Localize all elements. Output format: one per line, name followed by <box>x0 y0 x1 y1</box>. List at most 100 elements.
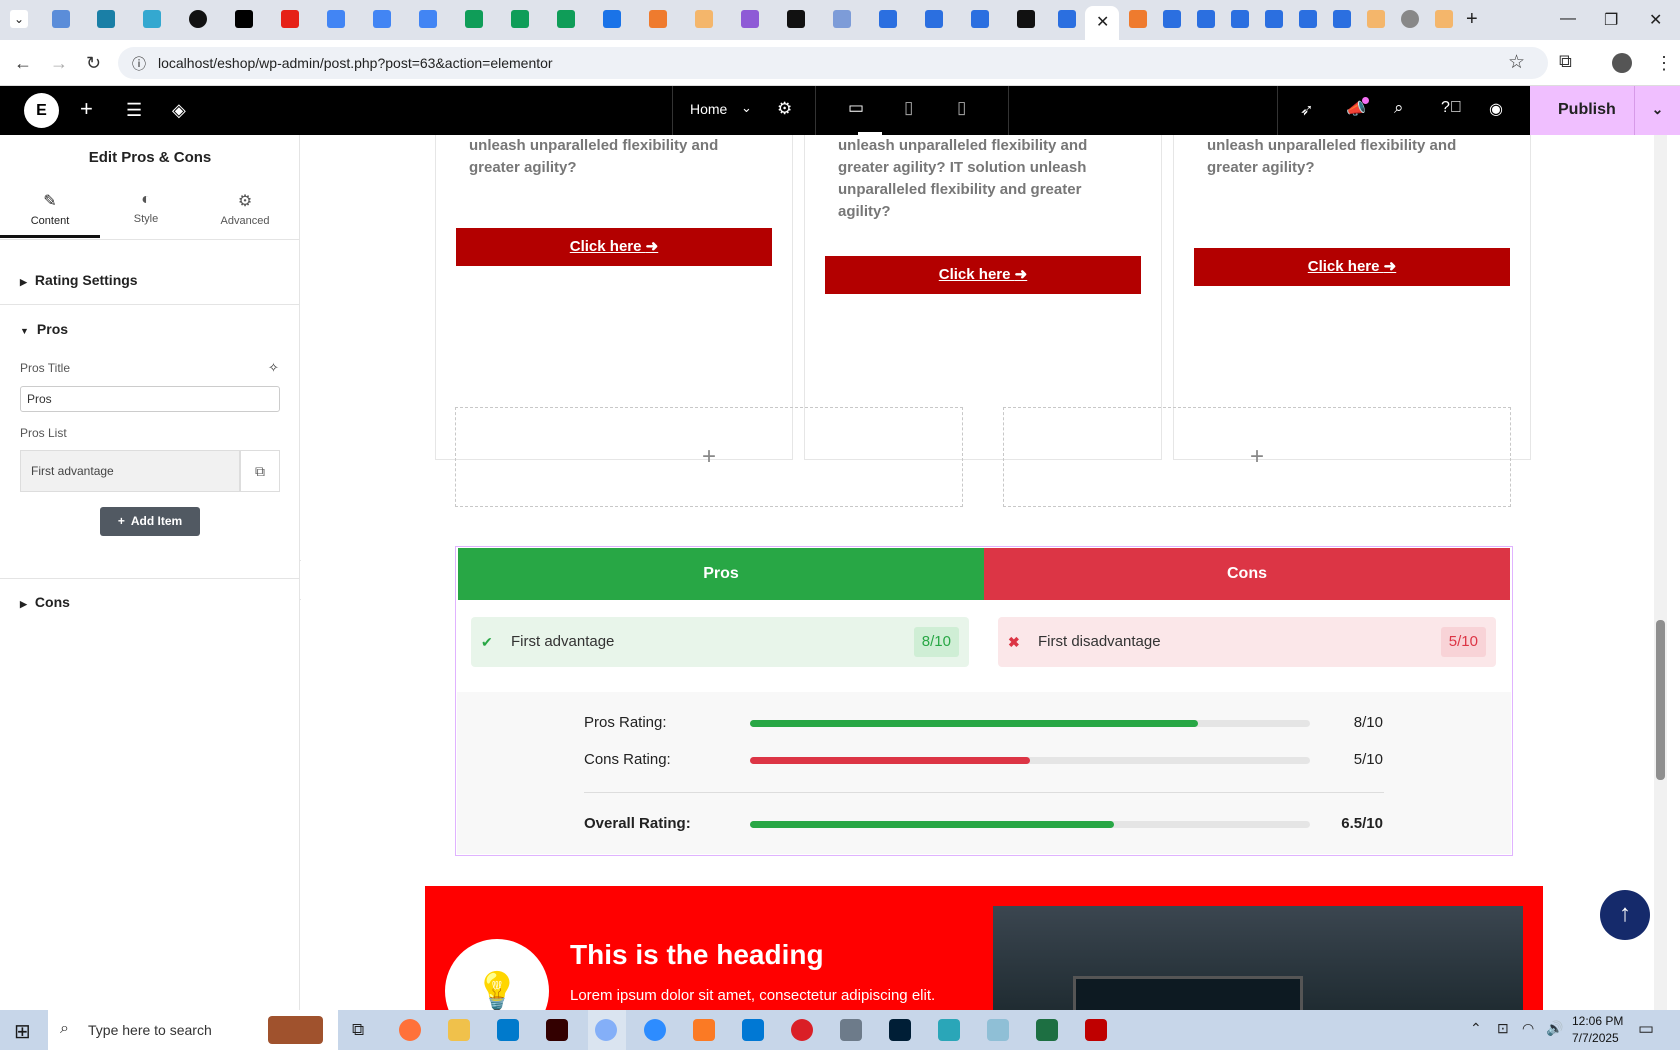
tab-favicon[interactable] <box>511 10 529 28</box>
tab-favicon[interactable] <box>649 10 667 28</box>
search-icon[interactable]: ⌕ <box>1394 98 1404 118</box>
system-tray-chevron-icon[interactable]: ⌃ <box>1470 1020 1482 1037</box>
notification-center-icon[interactable]: ▭ <box>1638 1019 1654 1039</box>
scrollbar-thumb[interactable] <box>1656 620 1665 780</box>
network-icon[interactable]: ⊡ <box>1497 1020 1509 1037</box>
tab-favicon[interactable] <box>419 10 437 28</box>
desktop-view-icon[interactable]: ▭ <box>848 98 864 118</box>
pen-tool-icon[interactable] <box>840 1019 862 1041</box>
tab-favicon[interactable] <box>787 10 805 28</box>
preview-eye-icon[interactable]: ◉ <box>1489 99 1503 119</box>
tab-favicon[interactable] <box>971 10 989 28</box>
tab-favicon[interactable] <box>1017 10 1035 28</box>
tab-favicon[interactable] <box>97 10 115 28</box>
tab-favicon[interactable] <box>879 10 897 28</box>
tab-favicon[interactable] <box>741 10 759 28</box>
click-here-button[interactable]: Click here ➜ <box>456 228 772 266</box>
tab-favicon[interactable] <box>1265 10 1283 28</box>
profile-avatar[interactable] <box>1612 53 1632 73</box>
vscode-icon[interactable] <box>497 1019 519 1041</box>
tab-favicon[interactable] <box>1197 10 1215 28</box>
forward-icon[interactable]: → <box>50 53 68 74</box>
pros-cons-widget[interactable]: Pros Cons ✔ First advantage 8/10 ✖ First… <box>455 546 1513 856</box>
tab-favicon[interactable] <box>1435 10 1453 28</box>
page-select[interactable]: Home <box>690 101 727 117</box>
section-cons[interactable]: ▶ Cons <box>20 594 70 610</box>
pros-list-item[interactable]: First advantage <box>20 450 240 492</box>
filezilla-icon[interactable] <box>1085 1019 1107 1041</box>
site-settings-icon[interactable]: ☰ <box>126 100 142 121</box>
tab-advanced[interactable]: ⚙ Advanced <box>195 191 295 227</box>
url-field[interactable]: ⓘ localhost/eshop/wp-admin/post.php?post… <box>118 47 1548 79</box>
file-explorer-icon[interactable] <box>448 1019 470 1041</box>
tab-favicon[interactable] <box>143 10 161 28</box>
help-icon[interactable]: ?⃝ <box>1441 99 1462 117</box>
add-widget-plus-icon[interactable]: + <box>1250 443 1264 470</box>
section-rating-settings[interactable]: ▶ Rating Settings <box>20 272 138 288</box>
tab-list-button[interactable]: ⌄ <box>10 10 28 28</box>
windows-start-icon[interactable]: ⊞ <box>14 1019 31 1044</box>
add-item-button[interactable]: + Add Item <box>100 507 200 536</box>
outlook-icon[interactable] <box>742 1019 764 1041</box>
taskbar-search-box[interactable]: ⌕ Type here to search <box>48 1010 338 1050</box>
back-icon[interactable]: ← <box>14 53 32 74</box>
click-here-button[interactable]: Click here ➜ <box>825 256 1141 294</box>
tab-favicon[interactable] <box>833 10 851 28</box>
tab-favicon[interactable] <box>603 10 621 28</box>
tab-favicon[interactable] <box>557 10 575 28</box>
firefox-icon[interactable] <box>399 1019 421 1041</box>
tab-favicon[interactable] <box>373 10 391 28</box>
tab-favicon[interactable] <box>1231 10 1249 28</box>
add-element-icon[interactable]: + <box>80 96 93 122</box>
elementor-logo[interactable]: E <box>24 93 59 128</box>
tab-favicon[interactable] <box>1163 10 1181 28</box>
tab-favicon[interactable] <box>1333 10 1351 28</box>
page-scrollbar[interactable] <box>1654 135 1667 1010</box>
section-pros[interactable]: ▼ Pros <box>20 321 68 337</box>
volume-icon[interactable]: 🔊 <box>1546 1020 1563 1037</box>
ai-sparkle-icon[interactable]: ✧ <box>268 360 279 376</box>
duplicate-item-button[interactable]: ⧉ <box>240 450 280 492</box>
photoshop-icon[interactable] <box>889 1019 911 1041</box>
scroll-to-top-button[interactable]: ↑ <box>1600 890 1650 940</box>
tab-favicon[interactable] <box>465 10 483 28</box>
app-icon[interactable] <box>938 1019 960 1041</box>
tab-favicon[interactable] <box>695 10 713 28</box>
tab-favicon[interactable] <box>1401 10 1419 28</box>
active-tab[interactable]: ✕ <box>1085 6 1119 40</box>
empty-column-drop-zone[interactable]: + <box>1003 407 1511 507</box>
mobile-view-icon[interactable]: ▯ <box>957 98 966 118</box>
tab-favicon[interactable] <box>925 10 943 28</box>
tab-favicon[interactable] <box>281 10 299 28</box>
tab-favicon[interactable] <box>327 10 345 28</box>
clock-date[interactable]: 7/7/2025 <box>1572 1031 1619 1045</box>
close-tab-icon[interactable]: ✕ <box>1096 12 1109 32</box>
minimize-icon[interactable]: — <box>1560 10 1576 28</box>
extensions-icon[interactable]: ⧉ <box>1559 51 1572 72</box>
url-text[interactable]: localhost/eshop/wp-admin/post.php?post=6… <box>158 55 553 71</box>
creative-cloud-icon[interactable] <box>791 1019 813 1041</box>
add-widget-plus-icon[interactable]: + <box>702 443 716 470</box>
browser-menu-icon[interactable]: ⋮ <box>1655 53 1673 74</box>
tablet-view-icon[interactable]: ▯ <box>904 98 913 118</box>
rocket-icon[interactable]: ➶ <box>1300 100 1313 120</box>
tab-favicon[interactable] <box>52 10 70 28</box>
close-window-icon[interactable]: ✕ <box>1649 10 1662 30</box>
tab-style[interactable]: ◐ Style <box>96 191 196 225</box>
publish-options-chevron-icon[interactable]: ⌄ <box>1634 86 1680 135</box>
site-info-icon[interactable]: ⓘ <box>132 54 146 74</box>
chevron-down-icon[interactable]: ⌄ <box>741 100 752 116</box>
bookmark-star-icon[interactable]: ☆ <box>1508 51 1525 74</box>
tab-favicon[interactable] <box>189 10 207 28</box>
wifi-icon[interactable]: ◠ <box>1522 1020 1534 1037</box>
illustrator-icon[interactable] <box>546 1019 568 1041</box>
notepad-icon[interactable] <box>987 1019 1009 1041</box>
tab-content[interactable]: ✎ Content <box>0 191 100 227</box>
new-tab-icon[interactable]: + <box>1466 8 1478 31</box>
structure-layers-icon[interactable]: ◈ <box>172 100 186 121</box>
task-view-icon[interactable]: ⧉ <box>352 1020 364 1040</box>
tab-favicon[interactable] <box>1129 10 1147 28</box>
empty-column-drop-zone[interactable]: + <box>455 407 963 507</box>
restore-icon[interactable]: ❐ <box>1604 10 1618 30</box>
tab-favicon[interactable] <box>1367 10 1385 28</box>
